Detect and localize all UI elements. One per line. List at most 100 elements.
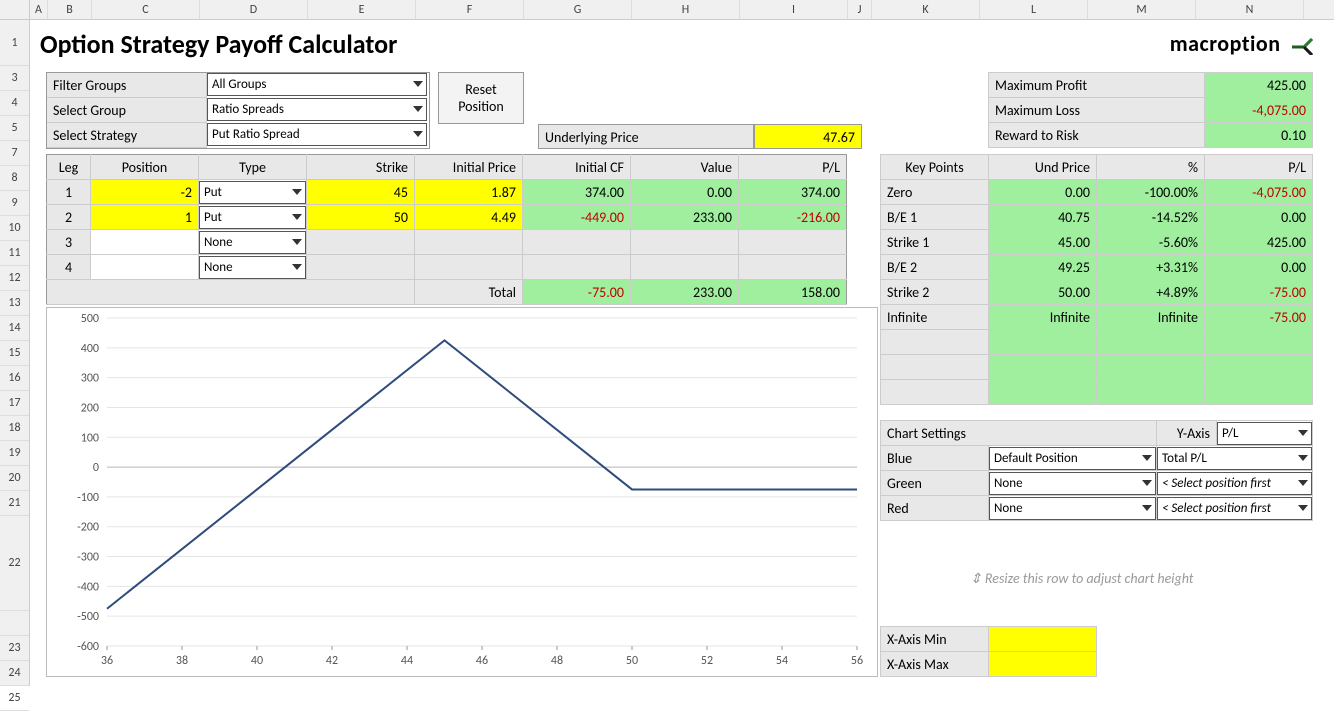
row-header[interactable]: 23 (0, 636, 29, 661)
kp-pl: -4,075.00 (1205, 180, 1313, 205)
row-header[interactable]: 25 (0, 686, 29, 711)
row-header[interactable]: 12 (0, 266, 29, 291)
kp-price: 49.25 (989, 255, 1097, 280)
svg-text:-300: -300 (77, 551, 99, 565)
svg-text:46: 46 (476, 654, 488, 668)
kp-pl: 425.00 (1205, 230, 1313, 255)
row-header[interactable]: 18 (0, 416, 29, 441)
column-header[interactable]: G (524, 0, 632, 19)
row-header[interactable]: 16 (0, 366, 29, 391)
leg-type-dropdown[interactable]: Put (199, 181, 306, 204)
row-header[interactable]: 5 (0, 116, 29, 141)
filter-groups-dropdown[interactable]: All Groups (207, 73, 427, 96)
keypoints-header-cell: Key Points (881, 155, 989, 180)
total-pl: 158.00 (739, 280, 847, 305)
row-header[interactable]: 11 (0, 241, 29, 266)
row-header[interactable]: 17 (0, 391, 29, 416)
row-header[interactable]: 15 (0, 341, 29, 366)
blue-series-dropdown[interactable]: Total P/L (1157, 447, 1312, 470)
row-header[interactable]: 19 (0, 441, 29, 466)
row-header[interactable]: 22 (0, 516, 29, 611)
row-header[interactable]: 4 (0, 91, 29, 116)
select-strategy-dropdown[interactable]: Put Ratio Spread (207, 123, 427, 146)
leg-initial-cf: -449.00 (523, 205, 631, 230)
row-header[interactable]: 1 (0, 20, 29, 66)
leg-strike-input[interactable] (307, 230, 415, 255)
leg-number: 2 (47, 205, 91, 230)
leg-type-dropdown[interactable]: None (199, 256, 306, 279)
leg-position-input[interactable] (91, 230, 199, 255)
red-series-dropdown[interactable]: < Select position first (1157, 497, 1312, 520)
row-header[interactable]: 7 (0, 141, 29, 166)
column-header[interactable]: D (200, 0, 308, 19)
kp-pl: 0.00 (1205, 205, 1313, 230)
green-position-dropdown[interactable]: None (989, 472, 1156, 495)
red-position-dropdown[interactable]: None (989, 497, 1156, 520)
leg-position-input[interactable]: 1 (91, 205, 199, 230)
select-group-dropdown[interactable]: Ratio Spreads (207, 98, 427, 121)
column-header[interactable]: E (308, 0, 416, 19)
max-profit-value: 425.00 (1205, 73, 1313, 98)
kp-pct: +3.31% (1097, 255, 1205, 280)
svg-text:52: 52 (701, 654, 713, 668)
leg-strike-input[interactable]: 45 (307, 180, 415, 205)
underlying-price-input[interactable]: 47.67 (754, 124, 862, 149)
leg-initprice-input[interactable] (415, 230, 523, 255)
legs-header-cell: Value (631, 155, 739, 180)
keypoints-header-cell: % (1097, 155, 1205, 180)
svg-text:0: 0 (93, 461, 99, 475)
leg-type-dropdown[interactable]: None (199, 231, 306, 254)
leg-initprice-input[interactable] (415, 255, 523, 280)
row-header[interactable]: 21 (0, 491, 29, 516)
xaxis-min-input[interactable] (989, 627, 1097, 652)
xaxis-max-input[interactable] (989, 652, 1097, 677)
svg-text:56: 56 (851, 654, 863, 668)
leg-pl (739, 230, 847, 255)
kp-pl: -75.00 (1205, 280, 1313, 305)
select-all-corner[interactable] (0, 0, 30, 20)
row-header[interactable]: 10 (0, 216, 29, 241)
leg-initprice-input[interactable]: 1.87 (415, 180, 523, 205)
leg-position-input[interactable]: -2 (91, 180, 199, 205)
leg-position-input[interactable] (91, 255, 199, 280)
svg-text:200: 200 (81, 401, 99, 415)
row-header[interactable]: 8 (0, 166, 29, 191)
reset-position-button[interactable]: Reset Position (438, 72, 524, 124)
svg-text:-100: -100 (77, 491, 99, 505)
column-header[interactable]: F (416, 0, 524, 19)
yaxis-dropdown[interactable]: P/L (1217, 422, 1312, 445)
kp-price: 50.00 (989, 280, 1097, 305)
column-header[interactable]: I (740, 0, 848, 19)
row-header[interactable]: 13 (0, 291, 29, 316)
column-header[interactable]: N (1196, 0, 1304, 19)
kp-pct: Infinite (1097, 305, 1205, 330)
column-header[interactable]: B (48, 0, 92, 19)
leg-strike-input[interactable]: 50 (307, 205, 415, 230)
leg-type-dropdown[interactable]: Put (199, 206, 306, 229)
select-strategy-label: Select Strategy (47, 123, 207, 148)
row-header[interactable]: 20 (0, 466, 29, 491)
svg-text:-500: -500 (77, 610, 99, 624)
keypoint-row: Zero0.00-100.00%-4,075.00 (881, 180, 1313, 205)
leg-initial-cf (523, 230, 631, 255)
column-header[interactable]: A (30, 0, 48, 19)
row-header[interactable]: 3 (0, 66, 29, 91)
leg-strike-input[interactable] (307, 255, 415, 280)
column-header[interactable]: H (632, 0, 740, 19)
column-header[interactable]: L (980, 0, 1088, 19)
column-header[interactable]: K (872, 0, 980, 19)
column-header[interactable]: J (848, 0, 872, 19)
row-header[interactable]: 24 (0, 661, 29, 686)
keypoints-header-cell: P/L (1205, 155, 1313, 180)
svg-text:-200: -200 (77, 521, 99, 535)
green-series-dropdown[interactable]: < Select position first (1157, 472, 1312, 495)
row-header[interactable]: 14 (0, 316, 29, 341)
leg-initprice-input[interactable]: 4.49 (415, 205, 523, 230)
svg-text:400: 400 (81, 342, 99, 356)
row-header[interactable] (0, 611, 29, 636)
blue-position-dropdown[interactable]: Default Position (989, 447, 1156, 470)
row-header[interactable]: 9 (0, 191, 29, 216)
kp-pct: -5.60% (1097, 230, 1205, 255)
column-header[interactable]: M (1088, 0, 1196, 19)
column-header[interactable]: C (92, 0, 200, 19)
